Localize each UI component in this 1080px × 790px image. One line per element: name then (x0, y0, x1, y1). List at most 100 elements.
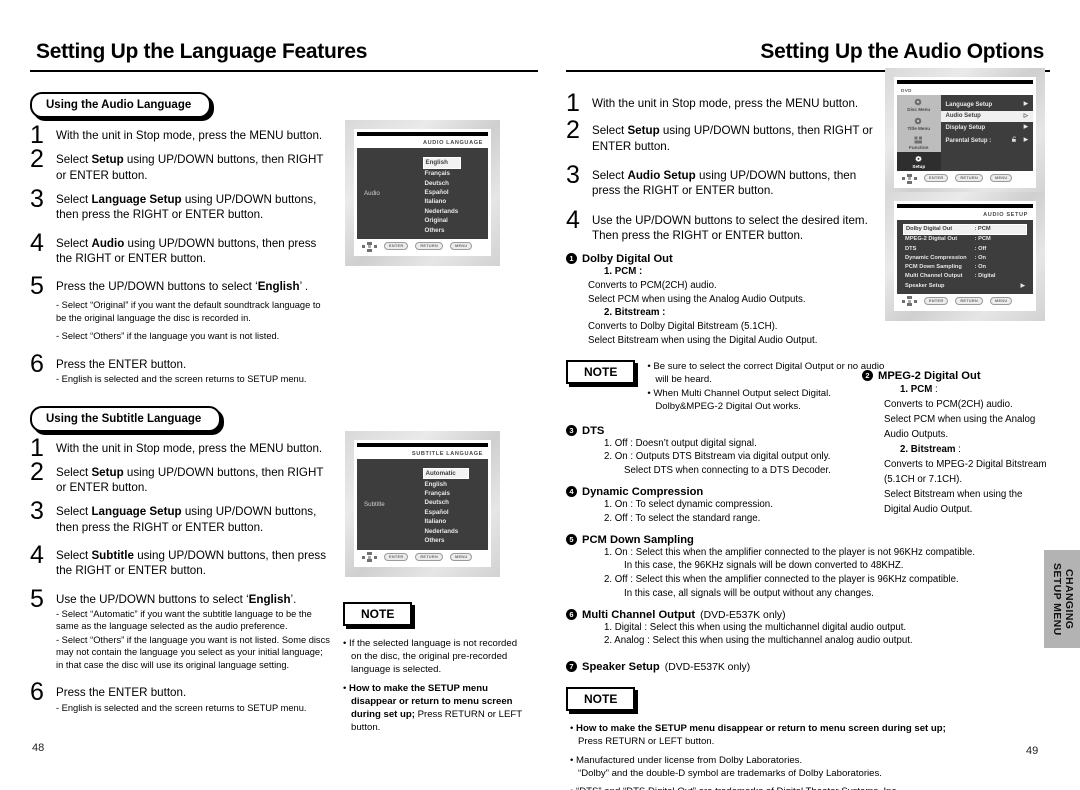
step-number: 2 (30, 457, 44, 486)
audio-setup-row-dolby-digital-out[interactable]: Dolby Digital Out : PCM (903, 224, 1027, 236)
item-line: 1. PCM : (604, 266, 643, 278)
audio-setup-row-mpeg2-digital-out[interactable]: MPEG-2 Digital Out : PCM (903, 235, 1027, 244)
language-option[interactable]: Deutsch (423, 498, 489, 507)
language-option[interactable]: Français (423, 489, 489, 498)
item-line: Audio Outputs. (884, 429, 949, 441)
side-tab-label: CHANGING SETUP MENU (1051, 562, 1075, 636)
function-icon (914, 136, 923, 144)
step-item: 1 With the unit in Stop mode, press the … (566, 91, 876, 116)
audio-setup-row-pcm-down-sampling[interactable]: PCM Down Sampling : On (903, 263, 1027, 272)
footer-button-enter[interactable]: ENTER (924, 296, 949, 305)
language-option[interactable]: English (422, 157, 461, 169)
language-option[interactable]: Others (423, 536, 489, 545)
language-option[interactable]: Français (423, 169, 489, 178)
language-option[interactable]: Others (423, 226, 489, 235)
item-title: Multi Channel Output (582, 608, 696, 621)
step-subnote: - Select “Others” if the language you wa… (56, 331, 280, 342)
language-option[interactable]: Nederlands (423, 207, 489, 216)
step-item: 3 Select Language Setup using UP/DOWN bu… (30, 499, 330, 535)
step-item: 2 Select Setup using UP/DOWN buttons, th… (30, 147, 330, 183)
menu-row-language-setup[interactable]: Language Setup ▶ (941, 99, 1033, 111)
step-item: 3 Select Audio Setup using UP/DOWN butto… (566, 162, 876, 199)
step-text: Select Language Setup using UP/DOWN butt… (56, 505, 317, 534)
footer-button-menu[interactable]: MENU (450, 242, 473, 251)
screen-language-list: English Français Deutsch Español Italian… (422, 148, 489, 239)
language-option[interactable]: Nederlands (423, 527, 489, 536)
dvd-tag: DVD (897, 86, 1033, 96)
footer-button-return[interactable]: RETURN (415, 552, 443, 561)
item-body: 1. Digital : Select this when using the … (566, 621, 1021, 649)
step-number: 2 (566, 116, 580, 145)
chevron-right-outline-icon: ▷ (1023, 112, 1028, 119)
row-label: Dynamic Compression (905, 254, 967, 261)
footer-button-return[interactable]: RETURN (955, 174, 983, 183)
screen-title: AUDIO SETUP (897, 210, 1033, 221)
footer-button-menu[interactable]: MENU (990, 296, 1013, 305)
screen-footer: ENTER RETURN MENU (357, 239, 488, 254)
footer-button-enter[interactable]: ENTER (384, 242, 409, 251)
footer-button-return[interactable]: RETURN (415, 242, 443, 251)
bullet-4-icon: 4 (566, 486, 577, 497)
audio-setup-row-dynamic-compression[interactable]: Dynamic Compression : On (903, 254, 1027, 263)
menu-row-audio-setup[interactable]: Audio Setup ▷ (940, 110, 1033, 123)
item-title: DTS (582, 424, 605, 437)
step-text: Select Setup using UP/DOWN buttons, then… (56, 153, 324, 182)
language-option[interactable]: Español (423, 188, 489, 197)
step-subnote: - Select “Others” if the language you wa… (56, 634, 330, 670)
language-option[interactable]: Automatic (422, 467, 469, 479)
note-item: “DTS” and “DTS Digital Out” are trademar… (570, 785, 1016, 790)
language-option[interactable]: Italiano (423, 197, 489, 206)
sidebar-item-setup[interactable]: Setup (897, 152, 941, 172)
item-line: 2. Analog : Select this when using the m… (604, 635, 913, 647)
language-option[interactable]: Español (423, 508, 489, 517)
screen-body: Dolby Digital Out : PCM MPEG-2 Digital O… (897, 220, 1033, 294)
footer-button-menu[interactable]: MENU (450, 552, 473, 561)
title-menu-icon (914, 117, 923, 125)
item-heading: 1 Dolby Digital Out (566, 253, 871, 265)
audio-setup-row-dts[interactable]: DTS : Off (903, 245, 1027, 254)
footer-button-return[interactable]: RETURN (955, 296, 983, 305)
footer-button-enter[interactable]: ENTER (924, 174, 949, 183)
language-option[interactable]: Italiano (423, 517, 489, 526)
screen-footer: ENTER RETURN MENU (897, 171, 1033, 186)
footer-button-menu[interactable]: MENU (990, 174, 1013, 183)
item-heading: 7 Speaker Setup (DVD-E537K only) (566, 661, 1021, 673)
language-option[interactable]: English (423, 480, 489, 489)
tv-frame: SUBTITLE LANGUAGE Subtitle Automatic Eng… (345, 430, 500, 577)
note-item: When Multi Channel Output select Digital… (647, 387, 886, 413)
sidebar-item-title-menu[interactable]: Title Menu (897, 114, 941, 133)
footer-button-enter[interactable]: ENTER (384, 552, 409, 561)
item-heading: 2 MPEG-2 Digital Out (862, 370, 1052, 382)
tv-frame: AUDIO SETUP Dolby Digital Out : PCM MPEG… (885, 192, 1045, 321)
pill-label: Using the Audio Language (30, 92, 212, 119)
audio-setup-row-multi-channel-output[interactable]: Multi Channel Output : Digital (903, 272, 1027, 281)
item-line: Converts to Dolby Digital Bitstream (5.1… (588, 321, 778, 333)
menu-row-label: Audio Setup (945, 113, 981, 120)
step-item: 1 With the unit in Stop mode, press the … (30, 123, 330, 148)
language-option[interactable]: Original (423, 216, 489, 225)
sidebar-item-disc-menu[interactable]: Disc Menu (897, 95, 941, 114)
menu-row-parental-setup[interactable]: Parental Setup : ▶ (941, 134, 1033, 148)
note-badge: NOTE (343, 602, 416, 629)
language-option[interactable]: Deutsch (423, 179, 489, 188)
step-text: Select Setup using UP/DOWN buttons, then… (592, 124, 873, 153)
audio-setup-row-speaker-setup[interactable]: Speaker Setup ▶ (903, 282, 1027, 291)
item-line: 1. PCM (900, 384, 933, 395)
step-number: 3 (566, 160, 580, 189)
item-heading: 4 Dynamic Compression (566, 486, 896, 498)
chevron-right-icon: ▶ (1020, 282, 1025, 289)
step-item: 2 Select Setup using UP/DOWN buttons, th… (30, 459, 330, 496)
chevron-right-icon: ▶ (1023, 137, 1028, 144)
item-line: 2. Off : To select the standard range. (604, 512, 761, 524)
sidebar-item-function[interactable]: Function (897, 133, 941, 152)
menu-row-label: Language Setup (945, 101, 993, 108)
sidebar-label: Disc Menu (907, 107, 931, 113)
sidebar-label: Title Menu (907, 126, 931, 132)
menu-screen-body: Disc Menu Title Menu Function Setup Lang… (897, 95, 1033, 172)
menu-row-label: Display Setup (945, 124, 986, 131)
menu-main-list: Language Setup ▶ Audio Setup ▷ Display S… (940, 95, 1033, 171)
item-pcm-down-sampling: 5 PCM Down Sampling 1. On : Select this … (566, 533, 1021, 601)
screen-title: AUDIO LANGUAGE (357, 138, 488, 149)
menu-row-display-setup[interactable]: Display Setup ▶ (941, 122, 1033, 134)
setup-menu-screenshot: DVD Disc Menu Title Menu Function Setup … (885, 68, 1045, 199)
